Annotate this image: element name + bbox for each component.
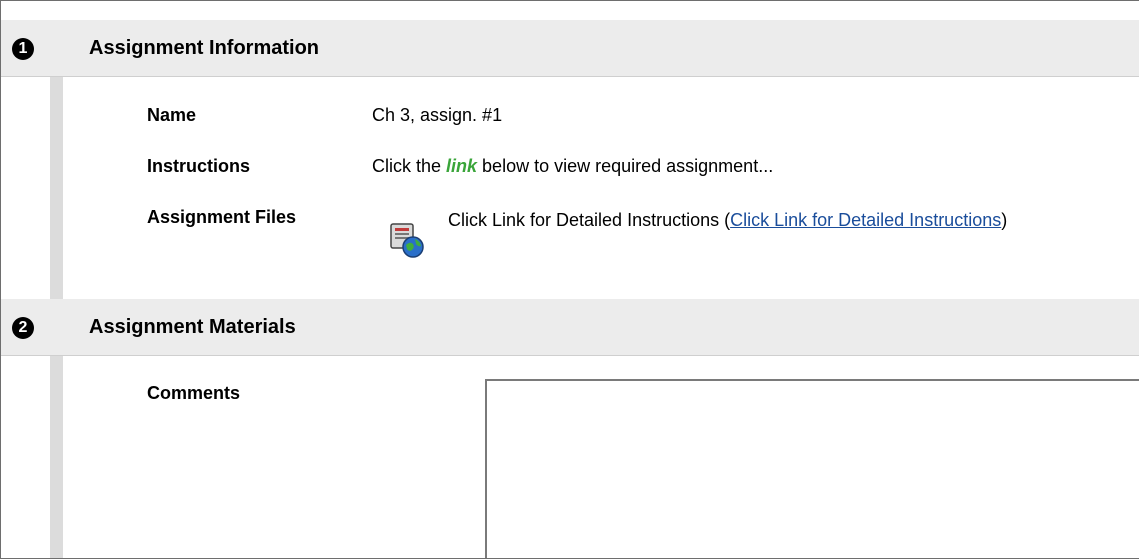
- section-rail: [50, 77, 63, 299]
- section-header-assignment-information: 1 Assignment Information: [1, 20, 1139, 77]
- assignment-files-label: Assignment Files: [147, 207, 297, 227]
- step-number-1-icon: 1: [12, 38, 34, 60]
- assignment-panel: 1 Assignment Information Name Ch 3, assi…: [0, 0, 1139, 559]
- comments-textarea[interactable]: [485, 379, 1139, 558]
- detailed-instructions-link[interactable]: Click Link for Detailed Instructions: [730, 210, 1001, 230]
- instructions-label: Instructions: [147, 156, 251, 176]
- instructions-value: Click the link below to view required as…: [372, 156, 774, 176]
- web-link-file-icon[interactable]: [387, 220, 427, 260]
- link-emphasis: link: [446, 156, 478, 176]
- section-header-assignment-materials: 2 Assignment Materials: [1, 299, 1139, 356]
- section-title: Assignment Materials: [89, 316, 296, 338]
- assignment-file-item: Click Link for Detailed Instructions (Cl…: [387, 208, 1139, 272]
- name-label: Name: [147, 105, 197, 125]
- comments-label: Comments: [147, 383, 241, 403]
- section-title: Assignment Information: [89, 37, 320, 59]
- step-number-2-icon: 2: [12, 317, 34, 339]
- file-description: Click Link for Detailed Instructions (Cl…: [448, 210, 1008, 230]
- name-value: Ch 3, assign. #1: [372, 105, 503, 125]
- section-rail: [50, 356, 63, 558]
